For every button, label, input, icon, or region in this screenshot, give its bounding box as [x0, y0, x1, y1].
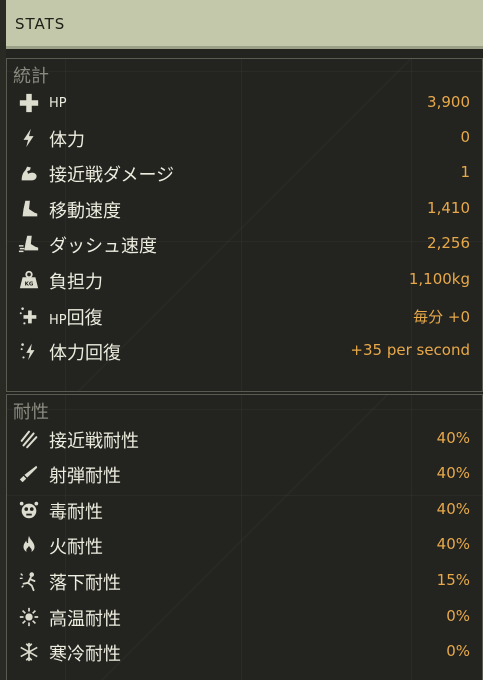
boot-icon	[17, 197, 41, 221]
stat-value: 1,100kg	[408, 270, 470, 288]
stat-label: 体力回復	[49, 343, 121, 364]
stat-label: 高温耐性	[49, 609, 121, 630]
resist-row-fall: 落下耐性 15%	[7, 565, 483, 599]
stat-value: 40%	[436, 464, 470, 482]
stat-value: 0	[460, 128, 470, 146]
stat-label: 回復	[66, 308, 103, 329]
plus-icon	[17, 91, 41, 115]
stat-value: 2,256	[427, 234, 470, 252]
sun-icon	[17, 605, 41, 629]
stat-label: 負担力	[49, 272, 103, 293]
stat-row-hp: HP 3,900	[7, 87, 483, 121]
resist-row-melee: 接近戦耐性 40%	[7, 423, 483, 457]
fall-icon	[17, 569, 41, 593]
stamina-regen-icon	[17, 339, 41, 363]
stat-row-stamina-regen: 体力回復 +35 per second	[7, 335, 483, 369]
stat-label: ダッシュ速度	[49, 236, 157, 257]
poison-icon	[17, 498, 41, 522]
stat-value: 1,410	[427, 199, 470, 217]
snowflake-icon	[17, 640, 41, 664]
bullet-icon	[17, 462, 41, 486]
stat-row-hp-regen: HP回復 毎分 +0	[7, 300, 483, 334]
resist-row-projectile: 射弾耐性 40%	[7, 458, 483, 492]
stat-label: 体力	[49, 130, 85, 151]
resistances-section: 耐性 接近戦耐性 40% 射弾耐性 40% 毒耐性 40% 火耐性 40% 落下…	[6, 394, 483, 680]
stat-row-carry-weight: KG 負担力 1,100kg	[7, 264, 483, 298]
bicep-icon	[17, 161, 41, 185]
stat-value: 40%	[436, 429, 470, 447]
svg-text:KG: KG	[25, 282, 34, 288]
stat-label: 落下耐性	[49, 573, 121, 594]
stat-label: 火耐性	[49, 537, 103, 558]
claw-icon	[17, 427, 41, 451]
section-title-resistances: 耐性	[13, 402, 49, 423]
stat-label: 毒耐性	[49, 502, 103, 523]
stat-value: 毎分 +0	[413, 308, 470, 326]
panel-title: STATS	[15, 15, 66, 33]
stat-value: 0%	[446, 642, 470, 660]
panel-header: STATS	[6, 0, 483, 49]
stat-label: 寒冷耐性	[49, 644, 121, 665]
section-title-stats: 統計	[13, 66, 49, 87]
stat-value: 1	[460, 163, 470, 181]
stat-row-move-speed: 移動速度 1,410	[7, 193, 483, 227]
resist-row-fire: 火耐性 40%	[7, 529, 483, 563]
stat-value: 15%	[436, 571, 470, 589]
stat-label: 接近戦ダメージ	[49, 165, 175, 186]
lightning-icon	[17, 126, 41, 150]
stat-row-stamina: 体力 0	[7, 122, 483, 156]
resist-row-cold: 寒冷耐性 0%	[7, 636, 483, 670]
weight-icon: KG	[17, 268, 41, 292]
stat-value: +35 per second	[350, 341, 470, 359]
stat-row-melee-damage: 接近戦ダメージ 1	[7, 157, 483, 191]
resist-row-heat: 高温耐性 0%	[7, 601, 483, 635]
fire-icon	[17, 533, 41, 557]
stat-label: 移動速度	[49, 201, 121, 222]
stat-label: 接近戦耐性	[49, 431, 139, 452]
resist-row-poison: 毒耐性 40%	[7, 494, 483, 528]
stat-row-dash-speed: ダッシュ速度 2,256	[7, 228, 483, 262]
stat-label-prefix: HP	[49, 96, 67, 111]
stat-value: 40%	[436, 535, 470, 553]
stats-panel: STATS 統計 HP 3,900 体力 0 接近戦ダメージ 1 移動速度 1,…	[0, 0, 483, 680]
stats-section: 統計 HP 3,900 体力 0 接近戦ダメージ 1 移動速度 1,410 ダッ…	[6, 58, 483, 392]
stat-value: 0%	[446, 607, 470, 625]
stat-label-prefix: HP	[49, 313, 67, 328]
stat-value: 40%	[436, 500, 470, 518]
stat-label: 射弾耐性	[49, 466, 121, 487]
dash-boot-icon	[17, 232, 41, 256]
hp-regen-icon	[17, 304, 41, 328]
stat-value: 3,900	[427, 93, 470, 111]
